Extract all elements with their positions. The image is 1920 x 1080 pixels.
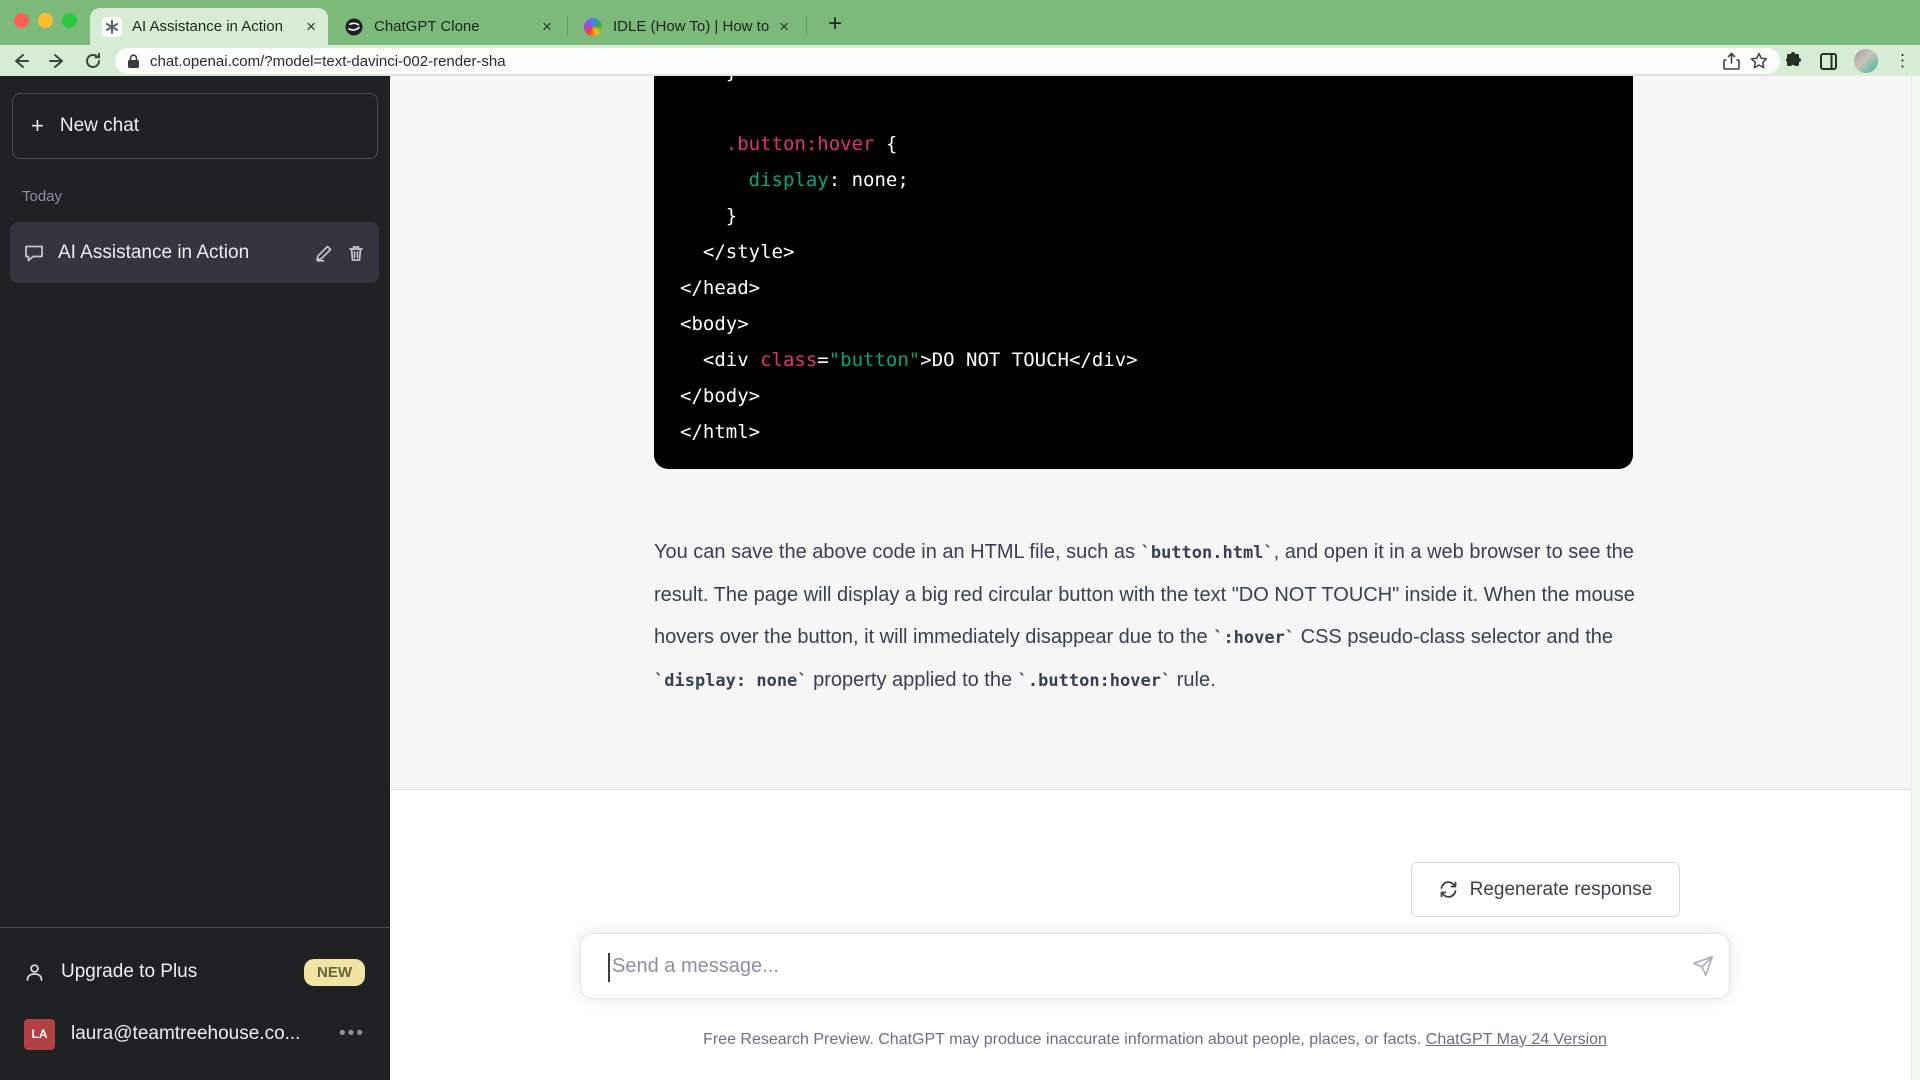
- new-chat-label: New chat: [60, 115, 139, 137]
- lock-icon: [127, 54, 140, 69]
- page-scrollbar[interactable]: [1911, 76, 1920, 1080]
- url-text[interactable]: chat.openai.com/?model=text-davinci-002-…: [150, 53, 1713, 70]
- assistant-paragraph: You can save the above code in an HTML f…: [654, 531, 1649, 702]
- history-section-label: Today: [22, 188, 62, 205]
- account-email: laura@teamtreehouse.co...: [71, 1023, 323, 1045]
- regenerate-label: Regenerate response: [1470, 879, 1653, 901]
- text-cursor: [608, 953, 610, 982]
- reload-button[interactable]: [78, 48, 108, 74]
- back-button[interactable]: [6, 48, 36, 74]
- tab-close-icon[interactable]: ×: [779, 18, 789, 35]
- side-panel-icon[interactable]: [1819, 52, 1838, 71]
- tab-separator: [567, 16, 568, 36]
- colorful-favicon-icon: [583, 17, 603, 37]
- chat-item-title: AI Assistance in Action: [58, 242, 301, 264]
- conversation-area: } .button:hover { display: none; } </sty…: [390, 76, 1920, 1080]
- plus-icon: +: [31, 113, 44, 139]
- send-message-icon[interactable]: [1677, 940, 1729, 992]
- browser-toolbar: chat.openai.com/?model=text-davinci-002-…: [0, 45, 1920, 76]
- window-close-button[interactable]: [14, 13, 29, 28]
- openai-logo-icon: [102, 17, 122, 37]
- message-input[interactable]: [581, 955, 1677, 978]
- share-icon[interactable]: [1723, 52, 1740, 71]
- delete-trash-icon[interactable]: [347, 244, 365, 262]
- disclaimer-text: Free Research Preview. ChatGPT may produ…: [703, 1031, 1426, 1048]
- bookmark-star-icon[interactable]: [1750, 52, 1768, 70]
- new-chat-button[interactable]: + New chat: [12, 93, 378, 159]
- chat-history-item[interactable]: AI Assistance in Action: [10, 222, 379, 283]
- sidebar: + New chat Today AI Assistance in Action: [0, 76, 390, 1080]
- regenerate-response-button[interactable]: Regenerate response: [1411, 862, 1680, 917]
- upgrade-to-plus-button[interactable]: Upgrade to Plus NEW: [10, 946, 379, 998]
- chat-bubble-icon: [24, 243, 44, 263]
- tab-title: ChatGPT Clone: [374, 18, 532, 35]
- tab-close-icon[interactable]: ×: [542, 18, 552, 35]
- tab-chatgpt-clone[interactable]: ChatGPT Clone ×: [332, 8, 564, 45]
- browser-window: AI Assistance in Action × ChatGPT Clone …: [0, 0, 1920, 1080]
- regenerate-icon: [1439, 880, 1458, 899]
- upgrade-label: Upgrade to Plus: [61, 961, 288, 983]
- tab-title: IDLE (How To) | How to Install: [613, 18, 769, 35]
- toolbar-right-icons: ⋮: [1784, 48, 1912, 74]
- edit-pencil-icon[interactable]: [315, 244, 333, 262]
- window-zoom-button[interactable]: [62, 13, 77, 28]
- browser-menu-icon[interactable]: ⋮: [1894, 51, 1912, 71]
- account-menu-button[interactable]: LA laura@teamtreehouse.co... •••: [10, 1008, 379, 1060]
- chatgpt-app: + New chat Today AI Assistance in Action: [0, 76, 1920, 1080]
- globe-favicon-icon: [344, 17, 364, 37]
- browser-profile-avatar[interactable]: [1854, 49, 1878, 73]
- forward-button[interactable]: [42, 48, 72, 74]
- tab-idle-howto[interactable]: IDLE (How To) | How to Install ×: [571, 8, 801, 45]
- browser-tab-bar: AI Assistance in Action × ChatGPT Clone …: [0, 0, 1920, 45]
- tab-ai-assistance[interactable]: AI Assistance in Action ×: [90, 8, 328, 45]
- version-link[interactable]: ChatGPT May 24 Version: [1426, 1031, 1607, 1048]
- assistant-message: } .button:hover { display: none; } </sty…: [390, 76, 1920, 790]
- tab-close-icon[interactable]: ×: [306, 18, 316, 35]
- tab-title: AI Assistance in Action: [132, 18, 296, 35]
- new-badge: NEW: [304, 959, 365, 986]
- tab-separator: [806, 16, 807, 36]
- account-more-icon[interactable]: •••: [339, 1023, 365, 1045]
- code-content: } .button:hover { display: none; } </sty…: [680, 76, 1607, 450]
- address-bar[interactable]: chat.openai.com/?model=text-davinci-002-…: [115, 48, 1780, 74]
- extensions-puzzle-icon[interactable]: [1784, 52, 1803, 71]
- window-controls: [14, 13, 77, 28]
- account-avatar: LA: [24, 1019, 55, 1050]
- sidebar-divider: [0, 927, 390, 928]
- message-composer: [580, 933, 1730, 999]
- footer-disclaimer: Free Research Preview. ChatGPT may produ…: [390, 1031, 1920, 1049]
- window-minimize-button[interactable]: [38, 13, 53, 28]
- person-icon: [24, 962, 45, 983]
- new-tab-button[interactable]: +: [818, 9, 852, 39]
- code-block: } .button:hover { display: none; } </sty…: [654, 76, 1633, 469]
